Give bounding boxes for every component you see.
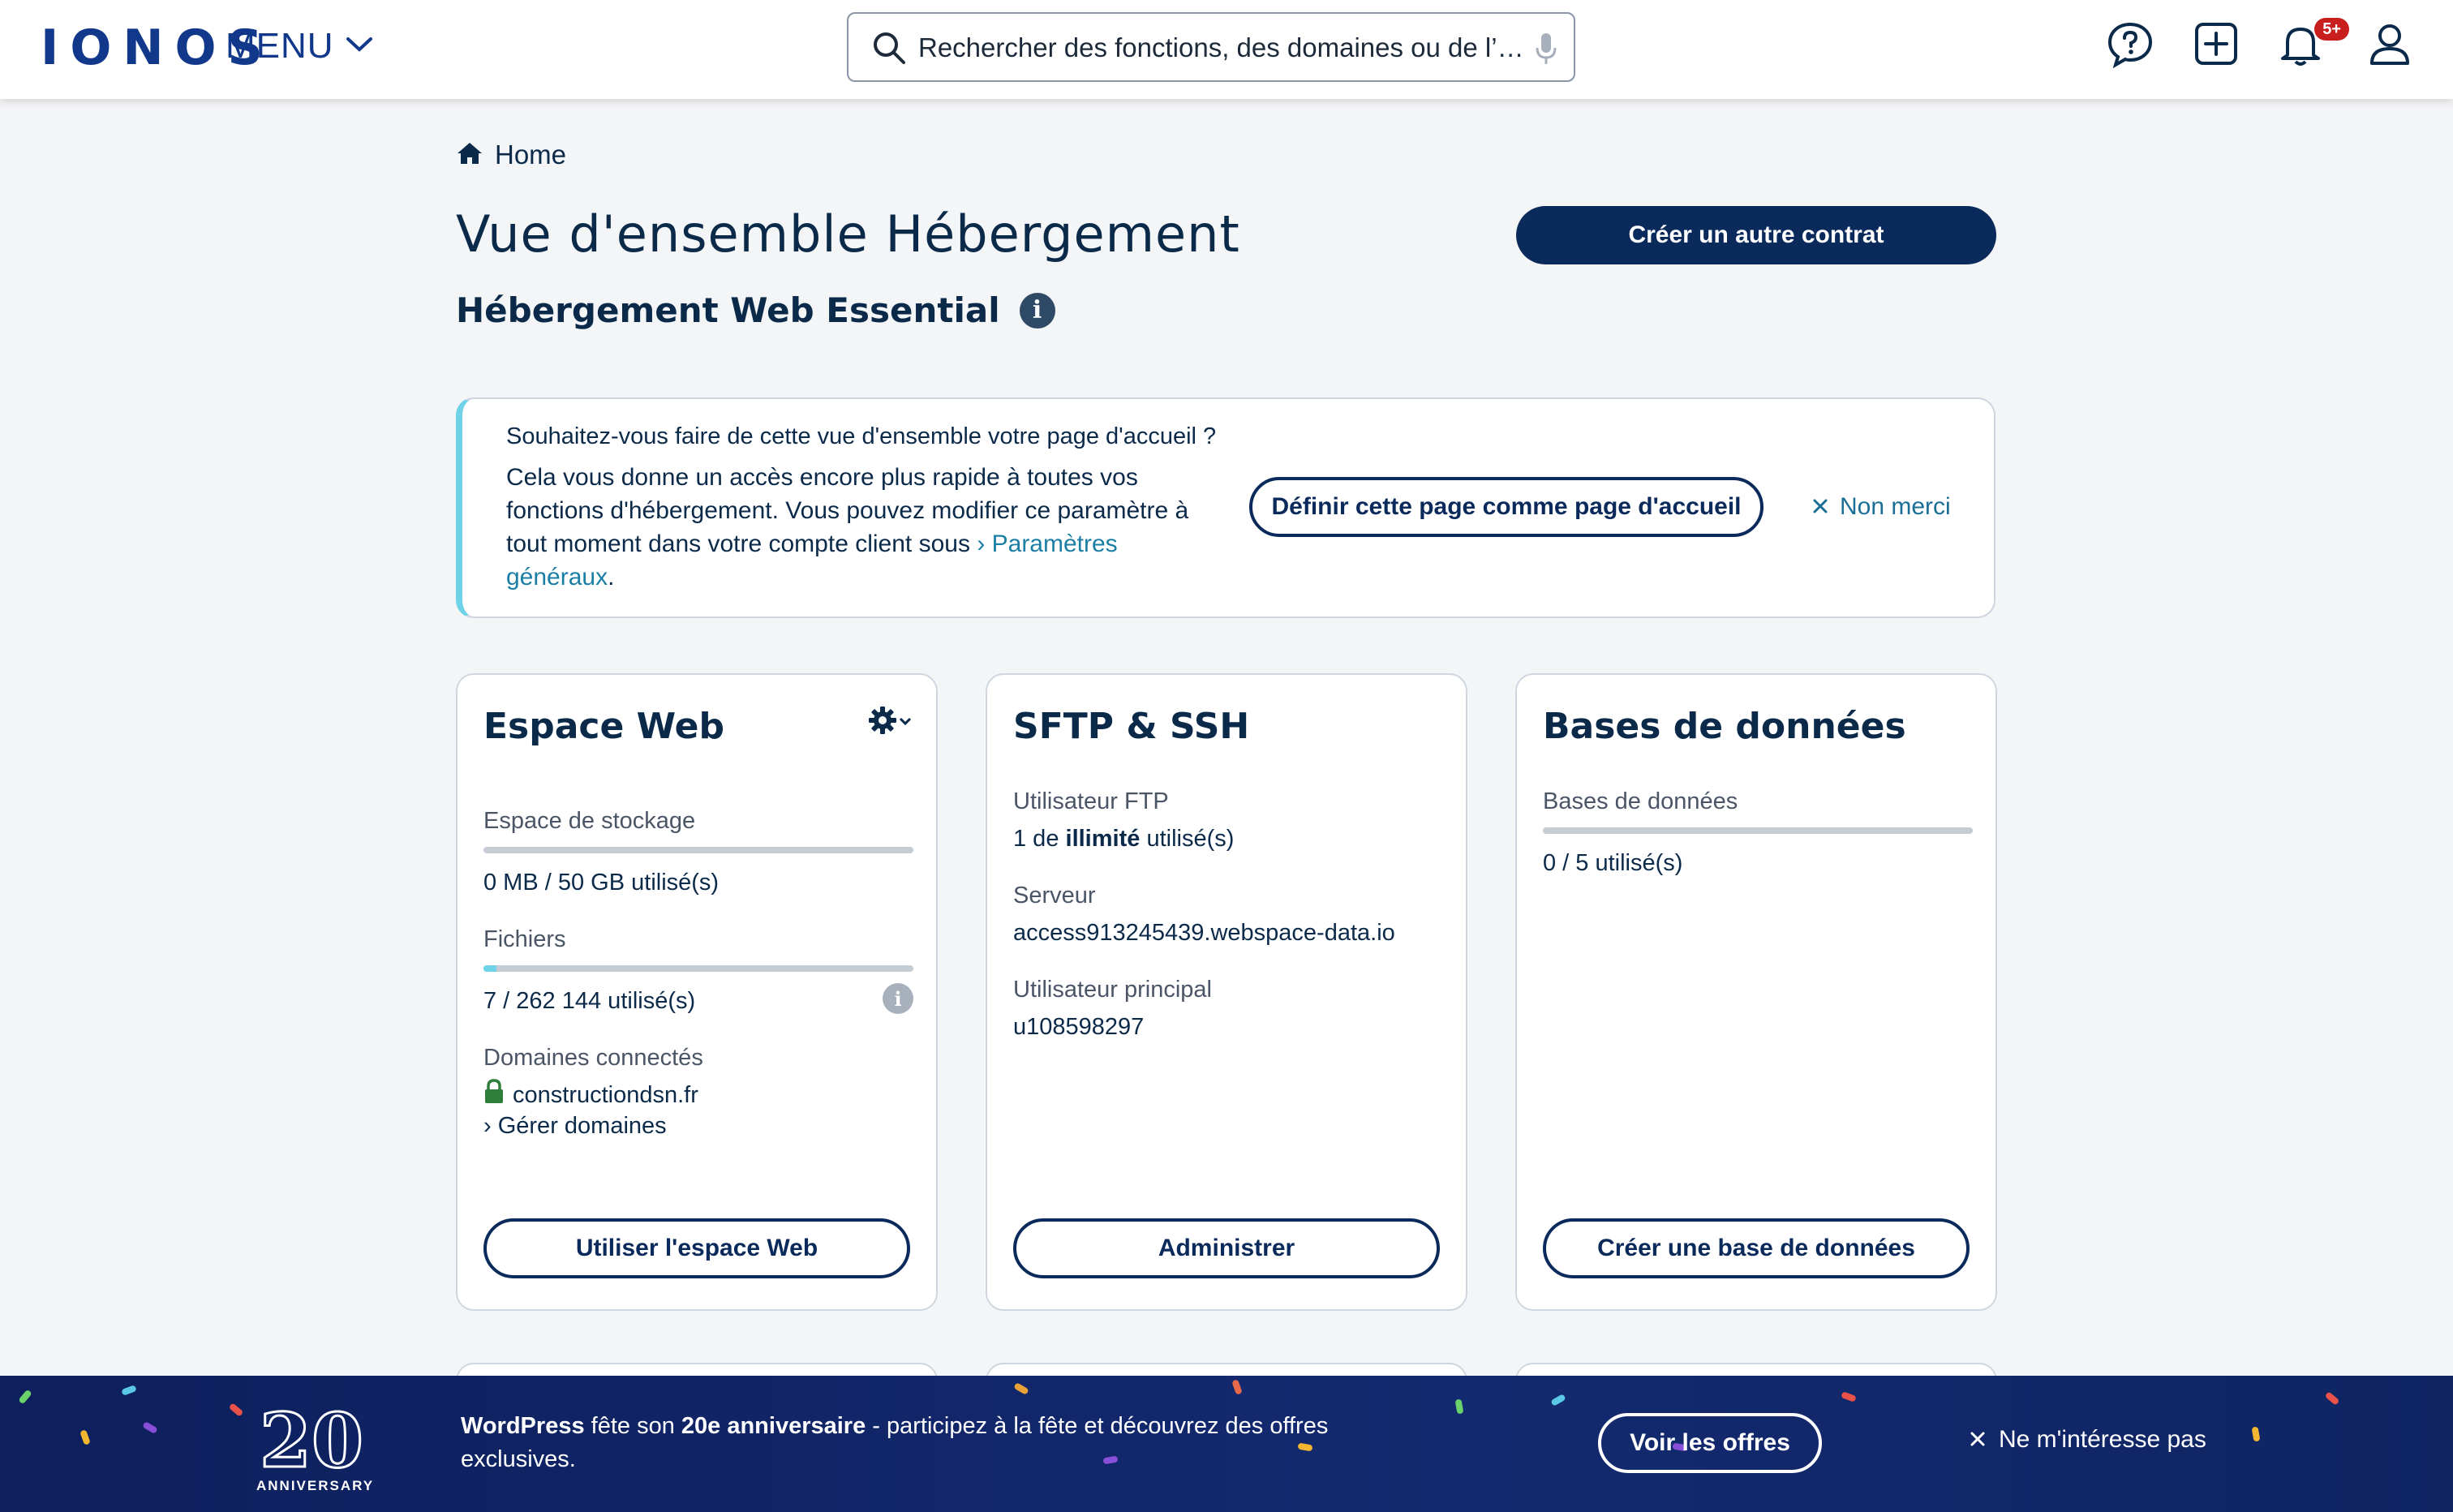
microphone-icon[interactable] bbox=[1535, 32, 1557, 70]
card-title: Bases de données bbox=[1543, 706, 1906, 747]
contract-subtitle: Hébergement Web Essential i bbox=[456, 290, 1055, 330]
confetti-decoration bbox=[1013, 1382, 1029, 1395]
ftp-user-suffix: utilisé(s) bbox=[1146, 826, 1235, 852]
card-title: SFTP & SSH bbox=[1013, 706, 1250, 747]
webspace-card: Espace Web Espace de stockage 0 MB / 50 … bbox=[456, 673, 938, 1311]
confetti-decoration bbox=[2324, 1391, 2340, 1406]
anniversary-number: 20 bbox=[260, 1400, 363, 1478]
anniversary-label: ANNIVERSARY bbox=[256, 1478, 375, 1493]
confetti-decoration bbox=[18, 1389, 32, 1405]
confetti-decoration bbox=[1841, 1391, 1857, 1402]
confetti-decoration bbox=[1231, 1379, 1243, 1395]
dismiss-label: Non merci bbox=[1840, 493, 1951, 520]
databases-bar bbox=[1543, 827, 1973, 834]
user-account-icon[interactable] bbox=[2365, 19, 2414, 72]
domain-name[interactable]: constructiondsn.fr bbox=[513, 1082, 698, 1109]
sftp-ssh-card: SFTP & SSH Utilisateur FTP 1 de illimité… bbox=[986, 673, 1467, 1311]
banner-bold-wordpress: WordPress bbox=[461, 1413, 585, 1439]
close-icon bbox=[1970, 1426, 1986, 1454]
storage-label: Espace de stockage bbox=[483, 808, 696, 834]
files-value: 7 / 262 144 utilisé(s) bbox=[483, 988, 696, 1014]
banner-text-1: fête son bbox=[584, 1413, 681, 1439]
menu-label: MENU bbox=[226, 26, 334, 66]
ftp-user-label: Utilisateur FTP bbox=[1013, 788, 1169, 814]
wordpress-anniversary-banner: 20 ANNIVERSARY WordPress fête son 20e an… bbox=[0, 1376, 2453, 1512]
notice-body: Cela vous donne un accès encore plus rap… bbox=[506, 461, 1220, 594]
wordpress-20-anniversary-logo: 20 ANNIVERSARY bbox=[256, 1396, 372, 1494]
manage-domains-link[interactable]: › Gérer domaines bbox=[483, 1113, 667, 1140]
create-contract-button[interactable]: Créer un autre contrat bbox=[1516, 206, 1996, 264]
ftp-user-value: 1 de illimité utilisé(s) bbox=[1013, 826, 1234, 853]
confetti-decoration bbox=[1550, 1394, 1566, 1407]
search-box[interactable] bbox=[847, 12, 1575, 82]
banner-dismiss-label: Ne m'intéresse pas bbox=[1999, 1426, 2206, 1453]
banner-bold-anniversary: 20e anniversaire bbox=[681, 1413, 866, 1439]
main-user-value: u108598297 bbox=[1013, 1014, 1145, 1040]
chevron-down-icon bbox=[346, 36, 373, 58]
databases-label: Bases de données bbox=[1543, 788, 1738, 814]
add-icon[interactable] bbox=[2192, 19, 2240, 72]
info-icon[interactable]: i bbox=[1019, 292, 1055, 329]
administer-button[interactable]: Administrer bbox=[1013, 1218, 1440, 1278]
menu-button[interactable]: MENU bbox=[226, 26, 373, 67]
files-bar bbox=[483, 965, 913, 972]
use-webspace-button[interactable]: Utiliser l'espace Web bbox=[483, 1218, 910, 1278]
dismiss-banner-button[interactable]: Ne m'intéresse pas bbox=[1970, 1426, 2206, 1454]
gear-icon bbox=[868, 706, 897, 739]
notification-badge: 5+ bbox=[2314, 18, 2349, 41]
settings-dropdown[interactable] bbox=[868, 706, 912, 739]
confetti-decoration bbox=[1454, 1398, 1464, 1415]
confetti-decoration bbox=[79, 1429, 91, 1445]
main-user-label: Utilisateur principal bbox=[1013, 977, 1212, 1003]
page-title: Vue d'ensemble Hébergement bbox=[456, 204, 1240, 264]
breadcrumb[interactable]: Home bbox=[456, 140, 566, 170]
ftp-user-bold: illimité bbox=[1065, 826, 1141, 852]
contract-name: Hébergement Web Essential bbox=[456, 290, 1000, 330]
confetti-decoration bbox=[2251, 1426, 2261, 1442]
confetti-decoration bbox=[121, 1385, 137, 1396]
domains-label: Domaines connectés bbox=[483, 1045, 703, 1071]
card-title: Espace Web bbox=[483, 706, 724, 747]
homepage-notice: Souhaitez-vous faire de cette vue d'ense… bbox=[456, 397, 1995, 618]
see-offers-button[interactable]: Voir les offres bbox=[1598, 1413, 1822, 1473]
notice-title: Souhaitez-vous faire de cette vue d'ense… bbox=[506, 423, 1217, 449]
manage-domains-label: Gérer domaines bbox=[497, 1113, 667, 1139]
set-homepage-button[interactable]: Définir cette page comme page d'accueil bbox=[1249, 477, 1763, 537]
files-info-icon[interactable]: i bbox=[883, 983, 913, 1014]
ftp-user-prefix: 1 de bbox=[1013, 826, 1059, 852]
files-bar-fill bbox=[483, 965, 496, 972]
files-label: Fichiers bbox=[483, 926, 566, 952]
search-icon bbox=[871, 30, 907, 70]
domain-row: constructiondsn.fr bbox=[483, 1079, 698, 1111]
breadcrumb-home[interactable]: Home bbox=[495, 140, 566, 170]
server-value: access913245439.webspace-data.io bbox=[1013, 920, 1395, 946]
databases-value: 0 / 5 utilisé(s) bbox=[1543, 850, 1683, 876]
banner-text: WordPress fête son 20e anniversaire - pa… bbox=[461, 1410, 1337, 1476]
close-icon bbox=[1812, 493, 1828, 521]
confetti-decoration bbox=[142, 1421, 158, 1434]
help-icon[interactable] bbox=[2106, 19, 2154, 72]
dismiss-notice-button[interactable]: Non merci bbox=[1812, 493, 1951, 521]
chevron-down-icon bbox=[899, 715, 912, 730]
create-database-button[interactable]: Créer une base de données bbox=[1543, 1218, 1970, 1278]
notice-end: . bbox=[608, 564, 615, 591]
search-input[interactable] bbox=[917, 27, 1544, 69]
storage-value: 0 MB / 50 GB utilisé(s) bbox=[483, 870, 720, 896]
confetti-decoration bbox=[228, 1402, 244, 1417]
home-icon bbox=[456, 141, 483, 170]
databases-card: Bases de données Bases de données 0 / 5 … bbox=[1515, 673, 1997, 1311]
top-bar: IONOS MENU 5+ bbox=[0, 0, 2453, 99]
server-label: Serveur bbox=[1013, 883, 1096, 908]
storage-bar bbox=[483, 847, 913, 853]
notifications-icon[interactable]: 5+ bbox=[2276, 18, 2349, 72]
lock-icon bbox=[483, 1079, 505, 1111]
